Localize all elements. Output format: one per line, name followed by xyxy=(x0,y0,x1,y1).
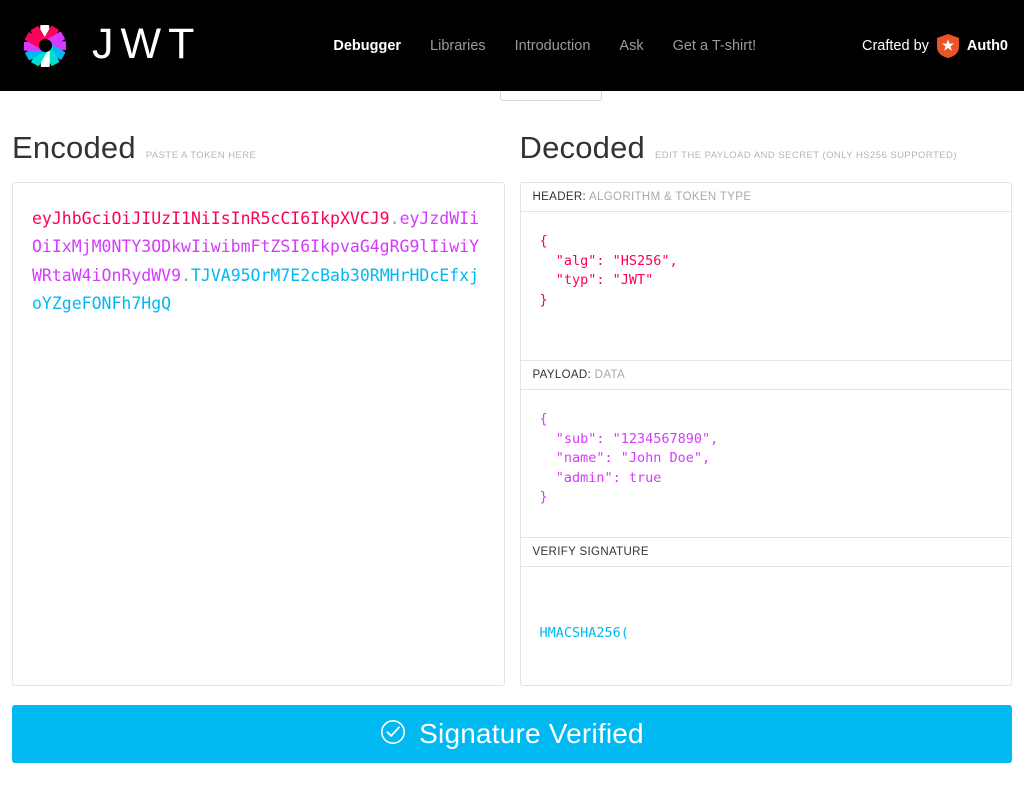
top-navbar: JWT Debugger Libraries Introduction Ask … xyxy=(0,0,1024,91)
crafted-by[interactable]: Crafted by Auth0 xyxy=(862,34,1008,58)
algorithm-select[interactable] xyxy=(500,91,602,101)
nav-link-get-a-tshirt[interactable]: Get a T-shirt! xyxy=(673,38,757,54)
decoded-title: Decoded xyxy=(520,130,646,166)
decoded-panel: HEADER: ALGORITHM & TOKEN TYPE { "alg": … xyxy=(520,182,1013,686)
decoded-heading: Decoded EDIT THE PAYLOAD AND SECRET (ONL… xyxy=(520,91,1013,182)
payload-json-editor[interactable]: { "sub": "1234567890", "name": "John Doe… xyxy=(521,390,1012,538)
signature-status-banner: Signature Verified xyxy=(12,705,1012,763)
token-separator-1: . xyxy=(390,209,400,228)
base64-header-call: base64UrlEncode(header) + xyxy=(568,684,779,685)
jwt-starburst-icon xyxy=(14,15,76,77)
header-json-editor[interactable]: { "alg": "HS256", "typ": "JWT" } xyxy=(521,212,1012,361)
nav-link-introduction[interactable]: Introduction xyxy=(515,38,591,54)
header-label-main: HEADER: xyxy=(533,191,587,203)
encoded-title: Encoded xyxy=(12,130,136,166)
signature-label-main: VERIFY SIGNATURE xyxy=(533,546,649,558)
brand-logo[interactable]: JWT xyxy=(14,15,201,77)
header-label-muted: ALGORITHM & TOKEN TYPE xyxy=(589,191,751,203)
auth0-brand-label: Auth0 xyxy=(967,38,1008,54)
auth0-shield-icon xyxy=(937,34,959,58)
plus-operator: + xyxy=(804,684,820,685)
signature-section-label: VERIFY SIGNATURE xyxy=(521,538,1012,567)
signature-editor: HMACSHA256( base64UrlEncode(header) + ".… xyxy=(521,567,1012,685)
logo-hub xyxy=(39,39,52,52)
main-content: Encoded PASTE A TOKEN HERE eyJhbGciOiJIU… xyxy=(0,91,1024,686)
payload-section-label: PAYLOAD: DATA xyxy=(521,361,1012,390)
nav-link-debugger[interactable]: Debugger xyxy=(333,38,401,54)
token-header-part: eyJhbGciOiJIUzI1NiIsInR5cCI6IkpXVCJ9 xyxy=(32,209,390,228)
encoded-subtitle: PASTE A TOKEN HERE xyxy=(146,150,257,161)
nav-link-ask[interactable]: Ask xyxy=(619,38,643,54)
nav-link-libraries[interactable]: Libraries xyxy=(430,38,486,54)
encoded-heading: Encoded PASTE A TOKEN HERE xyxy=(12,91,505,182)
jwt-token-text: eyJhbGciOiJIUzI1NiIsInR5cCI6IkpXVCJ9.eyJ… xyxy=(32,205,485,319)
brand-name: JWT xyxy=(92,23,201,69)
nav-links: Debugger Libraries Introduction Ask Get … xyxy=(333,38,756,54)
token-separator-2: . xyxy=(181,266,191,285)
payload-label-muted: DATA xyxy=(595,369,625,381)
decoded-subtitle: EDIT THE PAYLOAD AND SECRET (ONLY HS256 … xyxy=(655,150,957,161)
decoded-column: Decoded EDIT THE PAYLOAD AND SECRET (ONL… xyxy=(520,91,1013,686)
payload-label-main: PAYLOAD: xyxy=(533,369,592,381)
hmac-open-line: HMACSHA256( xyxy=(540,624,993,644)
crafted-by-label: Crafted by xyxy=(862,38,929,54)
encoded-column: Encoded PASTE A TOKEN HERE eyJhbGciOiJIU… xyxy=(12,91,505,686)
check-circle-icon xyxy=(380,719,406,750)
dot-literal: "." xyxy=(779,684,803,685)
encoded-token-input[interactable]: eyJhbGciOiJIUzI1NiIsInR5cCI6IkpXVCJ9.eyJ… xyxy=(12,182,505,686)
base64-header-line: base64UrlEncode(header) + "." + xyxy=(540,683,993,685)
header-section-label: HEADER: ALGORITHM & TOKEN TYPE xyxy=(521,183,1012,212)
signature-status-text: Signature Verified xyxy=(419,718,644,750)
